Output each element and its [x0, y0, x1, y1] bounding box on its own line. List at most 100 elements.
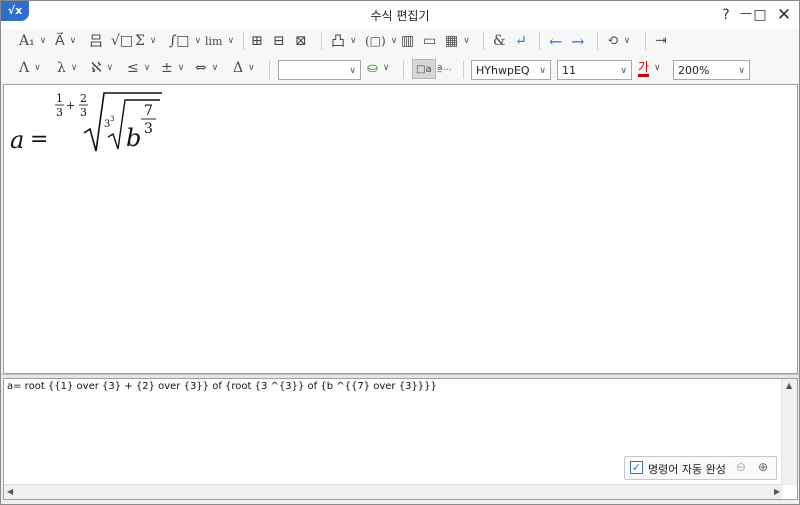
inner-root-index-exponent: 3 — [110, 115, 114, 123]
index-fraction-1-den: 3 — [56, 106, 63, 119]
index-fraction-2-num: 2 — [80, 92, 87, 105]
newline-tool[interactable]: ↵ — [515, 30, 527, 52]
column-tool[interactable]: ▥ — [401, 30, 414, 52]
less-equal-tool[interactable]: ≤ ∨ — [127, 57, 150, 79]
greek-lower-tool[interactable]: Λ ∨ — [19, 57, 41, 79]
exponent-num: 7 — [144, 103, 153, 119]
chevron-down-icon: ∨ — [177, 63, 185, 73]
command-text[interactable]: a= root {{1} over {3} + {2} over {3}} of… — [7, 381, 437, 392]
toolbar-separator — [321, 32, 322, 50]
chevron-down-icon: ∨ — [194, 36, 202, 46]
chevron-down-icon: ∨ — [539, 66, 546, 76]
index-fraction-1-num: 1 — [56, 92, 63, 105]
toolbar-separator — [463, 61, 464, 79]
formula-render: a = 1 3 + 2 3 3 3 b 7 3 — [10, 92, 162, 154]
matrix-tool-3[interactable]: ⊠ — [295, 30, 307, 52]
back-tool[interactable]: ← — [549, 30, 562, 52]
spacing-icon: a̲… — [437, 63, 452, 73]
font-combo[interactable]: HYhwpEQ ∨ — [471, 60, 551, 80]
formula-display[interactable]: a = 1 3 + 2 3 3 3 b 7 3 — [3, 84, 798, 374]
exponent-den: 3 — [144, 121, 153, 137]
chevron-down-icon: ∨ — [382, 63, 390, 73]
chevron-down-icon: ∨ — [620, 66, 627, 76]
vertical-scrollbar[interactable]: ▲ — [781, 379, 797, 485]
toolbar-separator — [243, 32, 244, 50]
root-tool[interactable]: √□ — [111, 30, 133, 52]
horizontal-scrollbar[interactable]: ◀ ▶ — [4, 484, 783, 499]
font-color-tool[interactable]: 가 ∨ — [638, 57, 661, 79]
color-tool[interactable]: ⛀ ∨ — [367, 57, 390, 79]
toolbar-separator — [539, 32, 540, 50]
zoom-out-icon[interactable]: ⊖ — [733, 460, 749, 476]
matrix-tool-2[interactable]: ⊟ — [273, 30, 285, 52]
text-mode-icon: □a — [416, 63, 432, 75]
scroll-right-icon[interactable]: ▶ — [774, 487, 780, 496]
text-mode-tool[interactable]: □a — [412, 59, 436, 79]
toolbar-separator — [597, 32, 598, 50]
font-color-icon: 가 — [638, 60, 650, 77]
bracket-tool[interactable]: (□) ∨ — [365, 30, 397, 52]
chevron-down-icon: ∨ — [654, 63, 661, 73]
chevron-down-icon: ∨ — [149, 36, 157, 46]
font-size-combo[interactable]: 11 ∨ — [557, 60, 632, 80]
chevron-down-icon: ∨ — [463, 36, 470, 46]
plus-minus-tool[interactable]: ± ∨ — [161, 57, 184, 79]
autocomplete-checkbox[interactable]: ✓ — [630, 461, 643, 474]
maximize-button[interactable]: □ — [749, 5, 771, 25]
formula-lhs: a — [10, 126, 24, 154]
toolbar-separator — [645, 32, 646, 50]
chevron-down-icon: ∨ — [350, 36, 357, 46]
row-tool[interactable]: ▭ — [423, 30, 436, 52]
chevron-down-icon: ∨ — [106, 63, 114, 73]
spacing-tool[interactable]: a̲… — [437, 57, 452, 79]
decoration-tool[interactable]: A⃗ ∨ — [55, 30, 76, 52]
help-button[interactable]: ? — [715, 5, 737, 25]
index-fraction-2-den: 3 — [80, 106, 87, 119]
equation-editor-window: √x 수식 편집기 ? — □ ✕ A₁ ∨ A⃗ ∨ 吕 √□ Σ ∨ ∫□ ∨ li… — [0, 0, 800, 505]
layout-tool[interactable]: 凸 ∨ — [331, 30, 357, 52]
chevron-down-icon: ∨ — [227, 36, 235, 46]
formula-base: b — [126, 124, 141, 152]
chevron-down-icon: ∨ — [211, 63, 219, 73]
sum-tool[interactable]: Σ ∨ — [135, 30, 157, 52]
insert-tool[interactable]: ⇥ — [655, 30, 667, 52]
style-combo[interactable]: ∨ — [278, 60, 361, 80]
arrow-tool[interactable]: ⇔ ∨ — [195, 57, 218, 79]
chevron-down-icon: ∨ — [69, 36, 77, 46]
chevron-down-icon: ∨ — [623, 36, 631, 46]
chevron-down-icon: ∨ — [39, 36, 47, 46]
ampersand-tool[interactable]: & — [493, 30, 505, 52]
index-plus: + — [66, 99, 75, 112]
lambda-tool[interactable]: λ ∨ — [57, 57, 77, 79]
grid-tool[interactable]: ▦ ∨ — [445, 30, 470, 52]
limit-tool[interactable]: lim ∨ — [205, 30, 234, 52]
chevron-down-icon: ∨ — [34, 63, 41, 73]
toolbar-separator — [403, 61, 404, 79]
fraction-tool[interactable]: 吕 — [89, 30, 103, 52]
close-button[interactable]: ✕ — [773, 5, 795, 25]
zoom-in-icon[interactable]: ⊕ — [755, 460, 771, 476]
chevron-down-icon: ∨ — [349, 66, 356, 76]
autocomplete-panel: ✓ 명령어 자동 완성 ⊖ ⊕ — [624, 456, 777, 480]
formula-equals: = — [30, 127, 48, 152]
scroll-left-icon[interactable]: ◀ — [7, 487, 13, 496]
chevron-down-icon: ∨ — [70, 63, 78, 73]
toolbar-separator — [269, 61, 270, 79]
zoom-combo[interactable]: 200% ∨ — [673, 60, 750, 80]
forward-tool[interactable]: → — [571, 30, 584, 52]
convert-tool[interactable]: ⟲ ∨ — [607, 30, 630, 52]
window-title: 수식 편집기 — [370, 9, 430, 23]
chevron-down-icon: ∨ — [248, 63, 255, 73]
matrix-tool-1[interactable]: ⊞ — [251, 30, 263, 52]
chevron-down-icon: ∨ — [738, 66, 745, 76]
command-editor[interactable]: a= root {{1} over {3} + {2} over {3}} of… — [3, 378, 798, 500]
chevron-down-icon: ∨ — [390, 36, 398, 46]
toolbar-separator — [483, 32, 484, 50]
aleph-tool[interactable]: ℵ ∨ — [91, 57, 113, 79]
chevron-down-icon: ∨ — [143, 63, 151, 73]
format-style-tool[interactable]: A₁ ∨ — [19, 30, 46, 52]
scroll-up-icon[interactable]: ▲ — [786, 381, 792, 390]
delta-tool[interactable]: Δ ∨ — [233, 57, 255, 79]
integral-tool[interactable]: ∫□ ∨ — [169, 30, 201, 52]
title-bar: √x 수식 편집기 ? — □ ✕ — [1, 1, 799, 29]
